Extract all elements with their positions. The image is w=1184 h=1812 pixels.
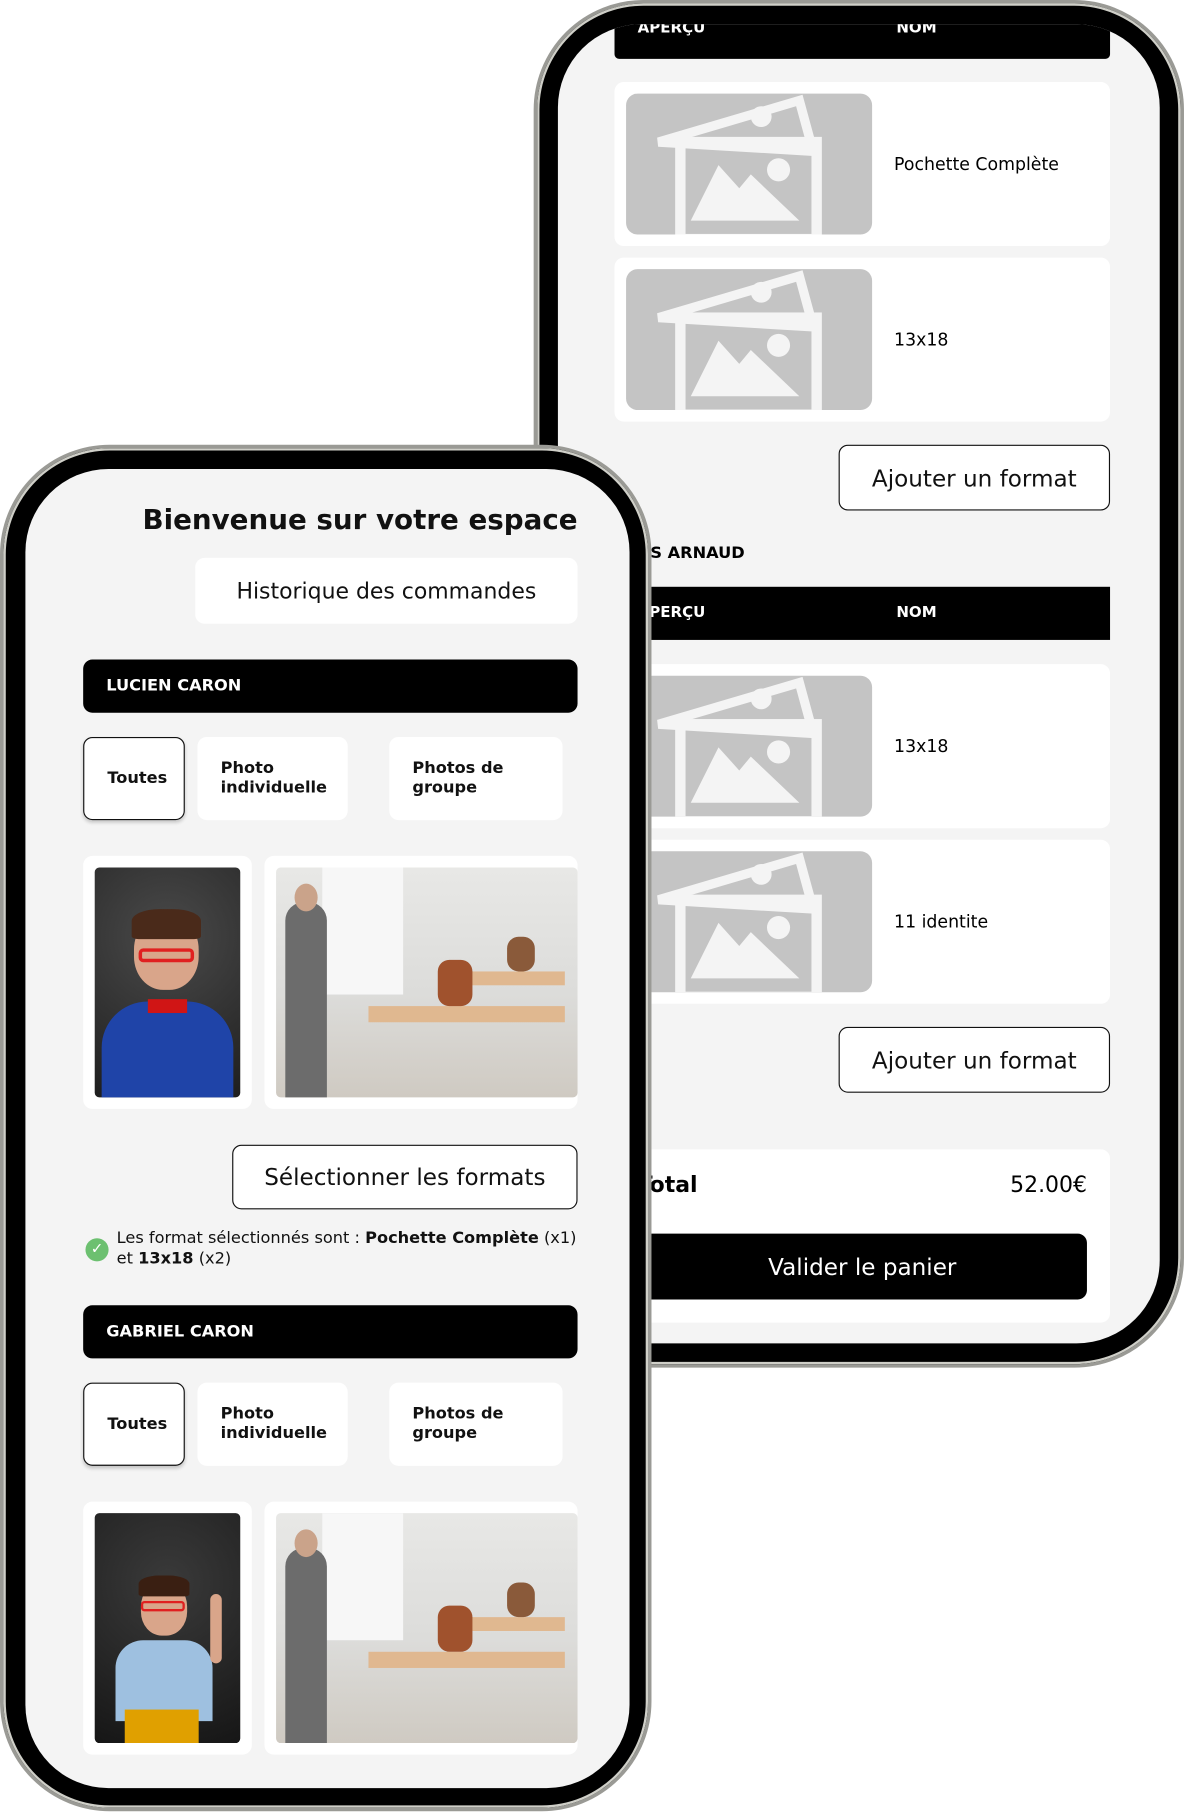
photo-card[interactable] xyxy=(264,1501,578,1755)
table-header: APERÇU NOM xyxy=(614,24,1111,59)
tab-group[interactable]: Photos de groupe xyxy=(389,736,563,821)
student-name: S ARNAUD xyxy=(650,544,745,563)
photo-card[interactable] xyxy=(83,855,252,1109)
tab-all[interactable]: Toutes xyxy=(83,736,185,821)
page-title: Bienvenue sur votre espace xyxy=(142,503,578,536)
format-name: 11 identite xyxy=(894,911,989,933)
success-icon: ✓ xyxy=(85,1238,109,1262)
photo-card[interactable] xyxy=(83,1501,252,1755)
individual-photo xyxy=(94,1513,241,1744)
student-header: GABRIEL CARON xyxy=(83,1305,578,1359)
image-placeholder-icon xyxy=(626,851,873,993)
table-row: 13x18 xyxy=(614,257,1111,422)
total-value: 52.00€ xyxy=(1010,1172,1087,1198)
student-header: LUCIEN CARON xyxy=(83,659,578,713)
format-name: 13x18 xyxy=(894,329,949,350)
add-format-button[interactable]: Ajouter un format xyxy=(838,444,1111,511)
col-name: NOM xyxy=(896,24,937,37)
col-preview: APERÇU xyxy=(637,24,706,37)
selected-formats-message: Les format sélectionnés sont : Pochette … xyxy=(116,1229,577,1269)
format-name: Pochette Complète xyxy=(894,153,1059,175)
image-placeholder-icon xyxy=(626,269,873,411)
group-photo xyxy=(276,1513,578,1744)
tab-all[interactable]: Toutes xyxy=(83,1382,185,1466)
validate-cart-button[interactable]: Valider le panier xyxy=(637,1233,1087,1300)
tab-individual[interactable]: Photo individuelle xyxy=(197,736,348,821)
table-header: APERÇU NOM xyxy=(614,586,1111,640)
group-photo xyxy=(276,867,578,1098)
tab-individual[interactable]: Photo individuelle xyxy=(197,1382,348,1466)
total-card: Total 52.00€ Valider le panier xyxy=(614,1149,1111,1323)
select-formats-button[interactable]: Sélectionner les formats xyxy=(232,1144,578,1210)
photo-card[interactable] xyxy=(264,855,578,1109)
table-row: 11 identite xyxy=(614,839,1111,1004)
image-placeholder-icon xyxy=(626,93,873,235)
front-phone-frame: Bienvenue sur votre espace Historique de… xyxy=(0,444,652,1812)
format-name: 13x18 xyxy=(894,735,949,757)
order-history-button[interactable]: Historique des commandes xyxy=(195,557,578,624)
table-row: 13x18 xyxy=(614,664,1111,829)
table-row: Pochette Complète xyxy=(614,82,1111,247)
add-format-button[interactable]: Ajouter un format xyxy=(838,1026,1111,1093)
tab-group[interactable]: Photos de groupe xyxy=(389,1382,563,1466)
individual-photo xyxy=(94,867,241,1098)
col-name: NOM xyxy=(896,604,937,622)
image-placeholder-icon xyxy=(626,675,873,817)
home-screen: Bienvenue sur votre espace Historique de… xyxy=(25,468,630,1789)
